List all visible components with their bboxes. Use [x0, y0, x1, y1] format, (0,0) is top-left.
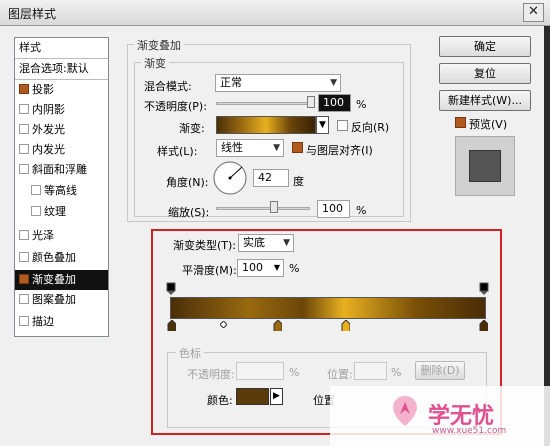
style-item-contour[interactable]: 等高线 — [15, 181, 108, 201]
style-label: 样式(L): — [157, 145, 198, 158]
preview-swatch — [469, 150, 501, 182]
align-layer-checkbox[interactable] — [292, 142, 303, 153]
style-select[interactable]: 线性 ▼ — [216, 139, 284, 157]
gradient-type-select[interactable]: 实底 ▼ — [238, 234, 294, 252]
opacity-slider-thumb[interactable] — [307, 96, 315, 108]
angle-input[interactable]: 42 — [253, 169, 289, 187]
watermark-logo-icon — [393, 396, 417, 426]
blend-options-default[interactable]: 混合选项:默认 — [15, 59, 108, 79]
opacity-slider[interactable] — [216, 102, 314, 105]
midpoint-diamond[interactable] — [220, 321, 227, 328]
degree-unit: 度 — [293, 175, 304, 188]
chevron-down-icon: ▼ — [273, 143, 280, 153]
checkbox[interactable] — [19, 124, 29, 134]
gradient-dropdown-icon[interactable]: ▼ — [316, 116, 329, 134]
checkbox[interactable] — [19, 84, 29, 94]
checkbox[interactable] — [19, 316, 29, 326]
percent-sign: % — [356, 98, 367, 111]
opacity-label: 不透明度(P): — [144, 100, 207, 113]
angle-label: 角度(N): — [166, 176, 209, 189]
align-layer-label: 与图层对齐(I) — [306, 144, 373, 157]
gradient-label: 渐变: — [179, 122, 205, 135]
style-item-bevel-emboss[interactable]: 斜面和浮雕 — [15, 160, 108, 180]
percent-sign: % — [391, 366, 402, 379]
stop-location-input[interactable] — [354, 362, 387, 380]
opacity-input[interactable]: 100 — [318, 94, 351, 112]
color-stop[interactable] — [479, 320, 488, 331]
scale-slider-thumb[interactable] — [270, 201, 278, 213]
style-item-color-overlay[interactable]: 颜色叠加 — [15, 248, 108, 268]
style-item-stroke[interactable]: 描边 — [15, 312, 108, 332]
checkbox[interactable] — [19, 230, 29, 240]
group-title: 渐变叠加 — [134, 37, 184, 53]
percent-sign: % — [356, 204, 367, 217]
percent-sign: % — [289, 262, 300, 275]
style-item-inner-shadow[interactable]: 内阴影 — [15, 100, 108, 120]
checkbox[interactable] — [31, 206, 41, 216]
opacity-stop-left[interactable] — [166, 282, 176, 296]
gradient-picker[interactable] — [216, 116, 316, 134]
checkbox[interactable] — [19, 144, 29, 154]
watermark-url: www.xue51.com — [432, 426, 507, 436]
stop-opacity-label: 不透明度: — [187, 368, 235, 381]
stop-color-label: 颜色: — [207, 394, 233, 407]
checkbox[interactable] — [19, 252, 29, 262]
window-title: 图层样式 — [8, 7, 57, 21]
checkbox[interactable] — [19, 294, 29, 304]
preview-checkbox[interactable] — [455, 117, 466, 128]
scale-input[interactable]: 100 — [317, 200, 350, 218]
preview-label: 预览(V) — [469, 118, 508, 131]
delete-stop-button[interactable]: 删除(D) — [415, 361, 465, 380]
chevron-down-icon: ▼ — [273, 263, 280, 272]
subgroup-title: 渐变 — [141, 55, 169, 71]
play-arrow-icon[interactable]: ▶ — [270, 388, 283, 405]
angle-dial[interactable] — [212, 160, 248, 196]
ok-button[interactable]: 确定 — [439, 36, 531, 57]
gradient-bar[interactable] — [170, 297, 486, 319]
style-item-pattern-overlay[interactable]: 图案叠加 — [15, 290, 108, 310]
preview-box — [455, 136, 515, 196]
style-item-drop-shadow[interactable]: 投影 — [15, 80, 108, 100]
color-stops-title: 色标 — [176, 345, 204, 361]
style-item-gradient-overlay[interactable]: 渐变叠加 — [15, 270, 108, 290]
title-bar — [0, 0, 550, 26]
style-item-outer-glow[interactable]: 外发光 — [15, 120, 108, 140]
chevron-down-icon: ▼ — [330, 78, 337, 88]
close-button[interactable]: ✕ — [523, 3, 544, 22]
checkbox[interactable] — [19, 104, 29, 114]
smoothness-label: 平滑度(M): — [182, 264, 237, 277]
color-stop[interactable] — [167, 320, 176, 331]
color-stop[interactable] — [273, 320, 282, 331]
list-header-styles[interactable]: 样式 — [15, 38, 108, 58]
reset-button[interactable]: 复位 — [439, 63, 531, 84]
color-stop[interactable] — [341, 320, 350, 331]
gradient-type-label: 渐变类型(T): — [173, 239, 237, 252]
reverse-label: 反向(R) — [351, 121, 390, 134]
opacity-stop-right[interactable] — [479, 282, 489, 296]
background-strip — [544, 26, 550, 446]
checkbox[interactable] — [19, 274, 29, 284]
checkbox[interactable] — [31, 185, 41, 195]
scale-slider[interactable] — [216, 207, 310, 210]
style-item-inner-glow[interactable]: 内发光 — [15, 140, 108, 160]
styles-list: 样式 混合选项:默认 投影 内阴影 外发光 内发光 斜面和浮雕 等高线 纹理 光… — [14, 37, 109, 337]
blend-mode-select[interactable]: 正常 ▼ — [215, 74, 341, 92]
stop-color-swatch[interactable] — [236, 388, 269, 405]
style-item-satin[interactable]: 光泽 — [15, 226, 108, 246]
checkbox[interactable] — [19, 164, 29, 174]
blend-mode-label: 混合模式: — [144, 80, 192, 93]
chevron-down-icon: ▼ — [283, 238, 290, 248]
reverse-checkbox[interactable] — [337, 120, 348, 131]
scale-label: 缩放(S): — [168, 206, 210, 219]
percent-sign: % — [289, 366, 300, 379]
new-style-button[interactable]: 新建样式(W)... — [439, 90, 531, 111]
smoothness-input[interactable]: 100 ▼ — [237, 259, 284, 277]
style-item-texture[interactable]: 纹理 — [15, 202, 108, 222]
stop-location-label: 位置: — [327, 368, 353, 381]
stop-opacity-input[interactable] — [236, 362, 284, 380]
